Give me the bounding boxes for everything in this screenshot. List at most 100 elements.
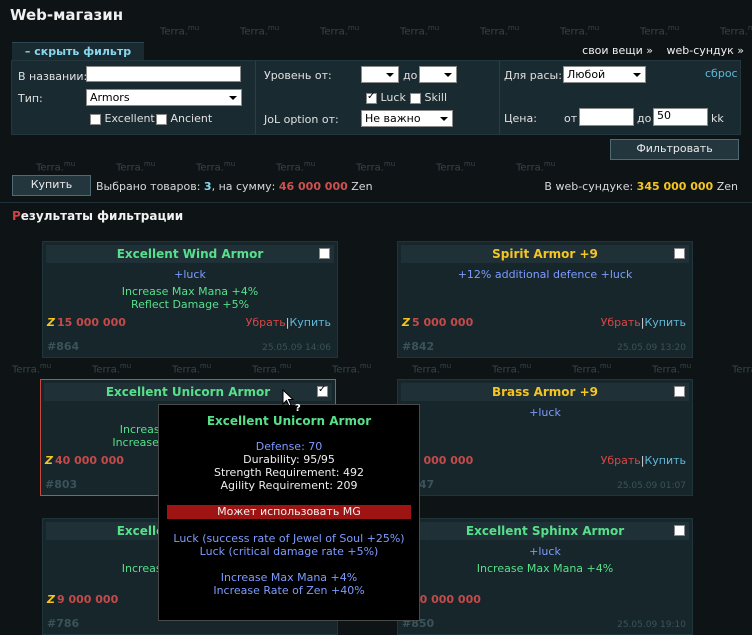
price-from-input[interactable] bbox=[579, 108, 634, 126]
item-id: #842 bbox=[402, 340, 435, 353]
buy-link[interactable]: Купить bbox=[289, 316, 331, 329]
item-tooltip: Excellent Unicorn Armor Defense: 70 Dura… bbox=[158, 404, 420, 621]
watermark: Terra.mu bbox=[480, 24, 520, 38]
remove-link[interactable]: Убрать bbox=[601, 316, 641, 329]
sum-unit: Zen bbox=[351, 180, 373, 193]
item-name: Excellent Sphinx Armor bbox=[401, 522, 689, 540]
watermark: Terra.mu bbox=[276, 160, 316, 174]
price-to-label: до bbox=[637, 112, 652, 125]
remove-link[interactable]: Убрать bbox=[246, 316, 286, 329]
select-checkbox[interactable] bbox=[674, 525, 685, 536]
tooltip-option-1: Increase Max Mana +4% bbox=[220, 571, 358, 584]
jol-select-value: Не важно bbox=[365, 112, 421, 125]
watermark: Terra.mu bbox=[640, 24, 680, 38]
race-label: Для расы: bbox=[504, 69, 562, 82]
item-card[interactable]: Spirit Armor +9 +12% additional defence +… bbox=[397, 241, 693, 358]
web-chest-link[interactable]: web-сундук » bbox=[667, 44, 744, 57]
item-name: Brass Armor +9 bbox=[401, 383, 689, 401]
skill-label: Skill bbox=[424, 91, 448, 104]
results-title: Результаты фильтрации bbox=[12, 209, 183, 223]
ancient-checkbox[interactable]: Ancient bbox=[156, 112, 212, 125]
watermark: Terra.mu bbox=[116, 160, 156, 174]
type-select-value: Armors bbox=[90, 91, 130, 104]
item-name: Spirit Armor +9 bbox=[401, 245, 689, 263]
item-card[interactable]: Excellent Sphinx Armor +luck Increase Max … bbox=[397, 518, 693, 635]
item-card[interactable]: Excellent Wind Armor +luck Increase Max Ma… bbox=[42, 241, 338, 358]
watermark: Terra.mu bbox=[572, 362, 612, 376]
item-option: +luck bbox=[529, 545, 561, 558]
item-price-value: 9 000 000 bbox=[56, 593, 119, 606]
item-price: Z 15 000 000 bbox=[47, 316, 126, 329]
select-checkbox[interactable] bbox=[674, 248, 685, 259]
jol-select[interactable]: Не важно bbox=[361, 110, 453, 127]
excellent-checkbox[interactable]: Excellent bbox=[90, 112, 155, 125]
item-id: #864 bbox=[47, 340, 80, 353]
hide-filter-tab[interactable]: – скрыть фильтр bbox=[12, 42, 144, 61]
chevron-down-icon bbox=[633, 73, 641, 77]
item-price-value: 5 000 000 bbox=[411, 316, 474, 329]
chest-prefix: В web-сундуке: bbox=[544, 180, 634, 193]
tooltip-usable-by: Может использовать MG bbox=[167, 505, 411, 519]
ancient-label: Ancient bbox=[170, 112, 213, 125]
cursor-help-icon: ? bbox=[282, 389, 301, 414]
price-to-input[interactable]: 50 bbox=[653, 108, 708, 126]
item-price: Z5 000 000 bbox=[402, 316, 473, 329]
chest-unit: Zen bbox=[716, 180, 738, 193]
name-label: В названии: bbox=[18, 70, 88, 83]
select-checkbox[interactable] bbox=[319, 248, 330, 259]
remove-link[interactable]: Убрать bbox=[601, 454, 641, 467]
watermark: Terra.mu bbox=[400, 24, 440, 38]
level-from-select[interactable] bbox=[361, 66, 399, 83]
price-label: Цена: bbox=[504, 112, 537, 125]
item-option: +12% additional defence +luck bbox=[457, 268, 633, 281]
chest-value: 345 000 000 bbox=[636, 180, 714, 193]
buy-selected-button[interactable]: Купить bbox=[12, 175, 91, 196]
reset-link[interactable]: сброс bbox=[705, 67, 738, 80]
item-id: #803 bbox=[45, 478, 78, 491]
watermark: Terra.mu bbox=[252, 362, 292, 376]
type-select[interactable]: Armors bbox=[86, 89, 242, 106]
item-date: 25.05.09 13:20 bbox=[617, 343, 686, 353]
zen-icon: Z bbox=[47, 316, 55, 329]
own-items-link[interactable]: свои вещи » bbox=[582, 44, 653, 57]
chevron-down-icon bbox=[440, 117, 448, 121]
item-id: #786 bbox=[47, 617, 80, 630]
buy-link[interactable]: Купить bbox=[644, 316, 686, 329]
watermark: Terra.mu bbox=[516, 160, 556, 174]
skill-checkbox[interactable]: Skill bbox=[410, 91, 447, 104]
level-to-label: до bbox=[403, 69, 418, 82]
race-select[interactable]: Любой bbox=[563, 66, 646, 83]
watermark: Terra.mu bbox=[92, 362, 132, 376]
level-label: Уровень от: bbox=[264, 69, 332, 82]
select-checkbox[interactable] bbox=[317, 384, 328, 397]
filter-button[interactable]: Фильтровать bbox=[610, 139, 739, 160]
item-actions: Убрать|Купить bbox=[601, 454, 686, 467]
watermark: Terra.mu bbox=[492, 362, 532, 376]
item-price: Z40 000 000 bbox=[45, 454, 124, 467]
watermark: Terra.mu bbox=[436, 160, 476, 174]
chest-summary: В web-сундуке: 345 000 000 Zen bbox=[544, 180, 738, 193]
item-option: +luck bbox=[529, 406, 561, 419]
watermark: Terra.mu bbox=[240, 24, 280, 38]
item-card[interactable]: Brass Armor +9+luckZ3 000 000Убрать|Купи… bbox=[397, 379, 693, 496]
item-price-value: 40 000 000 bbox=[411, 593, 481, 606]
results-title-initial: Р bbox=[12, 209, 21, 223]
watermark: Terra.mu bbox=[12, 362, 52, 376]
tooltip-strength: Strength Requirement: 492 bbox=[213, 466, 365, 479]
name-input[interactable] bbox=[86, 66, 241, 82]
luck-checkbox[interactable]: Luck bbox=[366, 91, 406, 104]
tooltip-durability: Durability: 95/95 bbox=[243, 453, 335, 466]
level-to-select[interactable] bbox=[419, 66, 457, 83]
item-date: 25.05.09 01:07 bbox=[617, 481, 686, 491]
sum-prefix: , на сумму: bbox=[211, 180, 276, 193]
zen-icon: Z bbox=[47, 593, 55, 606]
chevron-down-icon bbox=[444, 73, 452, 77]
svg-text:?: ? bbox=[295, 403, 301, 414]
item-name: Excellent Wind Armor bbox=[46, 245, 334, 263]
item-price-value: 40 000 000 bbox=[54, 454, 124, 467]
item-option: Increase Max Mana +4% bbox=[476, 562, 614, 575]
buy-link[interactable]: Купить bbox=[644, 454, 686, 467]
zen-icon: Z bbox=[402, 316, 410, 329]
select-checkbox[interactable] bbox=[674, 386, 685, 397]
watermark: Terra.mu bbox=[356, 160, 396, 174]
